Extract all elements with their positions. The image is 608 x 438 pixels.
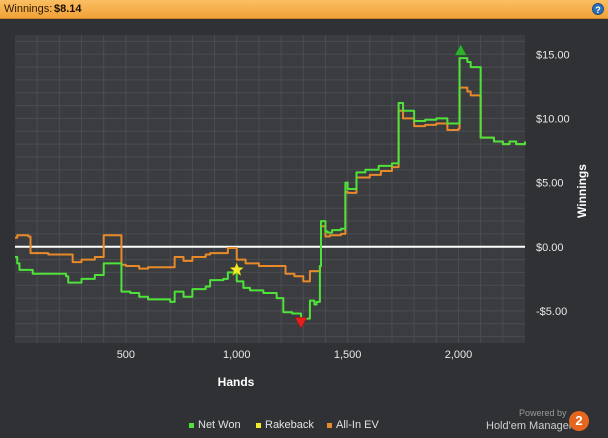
winnings-value: $8.14 [54,3,82,15]
winnings-label: Winnings: [4,3,53,15]
y-tick-label: $15.00 [536,49,570,61]
x-axis-label: Hands [218,375,255,389]
x-tick-label: 1,500 [334,349,362,361]
legend-net-won[interactable]: Net Won [198,419,241,431]
legend-swatch-net-won [189,423,194,428]
hem-logo-icon: 2 [569,411,589,431]
winnings-chart: 500 1,000 1,500 2,000 -$5.00 $0.00 $5.00 $10.00… [15,35,589,389]
y-tick-label: $5.00 [536,178,564,190]
y-tick-label: $10.00 [536,113,570,125]
legend-swatch-rakeback [256,423,261,428]
title-bar: Winnings: $8.14 ? [0,0,608,19]
y-tick-label: -$5.00 [536,306,567,318]
brand-name: Hold'em Manager [486,420,573,432]
legend-all-in-ev[interactable]: All-In EV [336,419,379,431]
x-tick-label: 500 [117,349,135,361]
y-tick-label: $0.00 [536,242,564,254]
plot-area [15,35,525,343]
powered-by-text: Powered by [519,408,567,418]
y-axis-label: Winnings [575,164,589,218]
help-icon[interactable]: ? [592,3,604,15]
x-tick-label: 2,000 [445,349,473,361]
legend-swatch-all-in-ev [327,423,332,428]
legend-rakeback[interactable]: Rakeback [265,419,314,431]
x-tick-label: 1,000 [223,349,251,361]
